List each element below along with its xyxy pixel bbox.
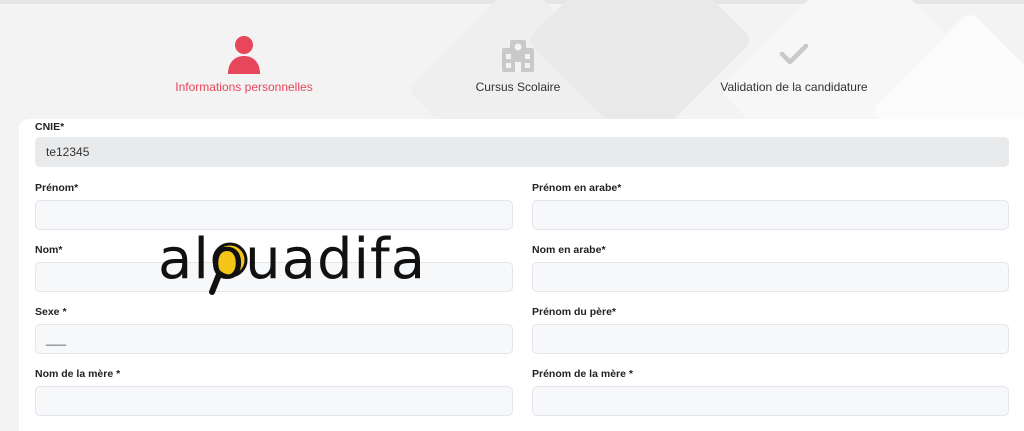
prenom-arabe-label: Prénom en arabe* [532,182,622,194]
school-building-icon [418,34,618,74]
cnie-label: CNIE* [35,121,65,133]
checkmark-icon [694,34,894,74]
watermark-logo: alouadifa [158,232,426,295]
step-validation[interactable]: Validation de la candidature [694,34,894,94]
step-school-history[interactable]: Cursus Scolaire [418,34,618,94]
prenom-pere-label: Prénom du père* [532,306,617,318]
prenom-mere-label: Prénom de la mère * [532,368,633,380]
prenom-input[interactable] [35,200,513,230]
sexe-label: Sexe * [35,306,67,318]
prenom-mere-input[interactable] [532,386,1009,416]
nom-label: Nom* [35,244,63,256]
stepper: Informations personnelles Cursus Scolair… [0,0,1024,118]
watermark-text: alouadifa [158,227,427,292]
nom-mere-label: Nom de la mère * [35,368,121,380]
prenom-label: Prénom* [35,182,79,194]
sexe-selected-value: ___ [46,332,67,346]
cnie-input[interactable] [35,137,1009,167]
user-icon [144,34,344,74]
step-label: Informations personnelles [175,80,313,94]
prenom-pere-input[interactable] [532,324,1009,354]
step-label: Cursus Scolaire [475,80,561,94]
prenom-arabe-input[interactable] [532,200,1009,230]
step-label: Validation de la candidature [720,80,868,94]
nom-arabe-label: Nom en arabe* [532,244,606,256]
nom-mere-input[interactable] [35,386,513,416]
step-personal-info[interactable]: Informations personnelles [144,34,344,94]
sexe-select[interactable]: ___ [35,324,513,354]
nom-arabe-input[interactable] [532,262,1009,292]
